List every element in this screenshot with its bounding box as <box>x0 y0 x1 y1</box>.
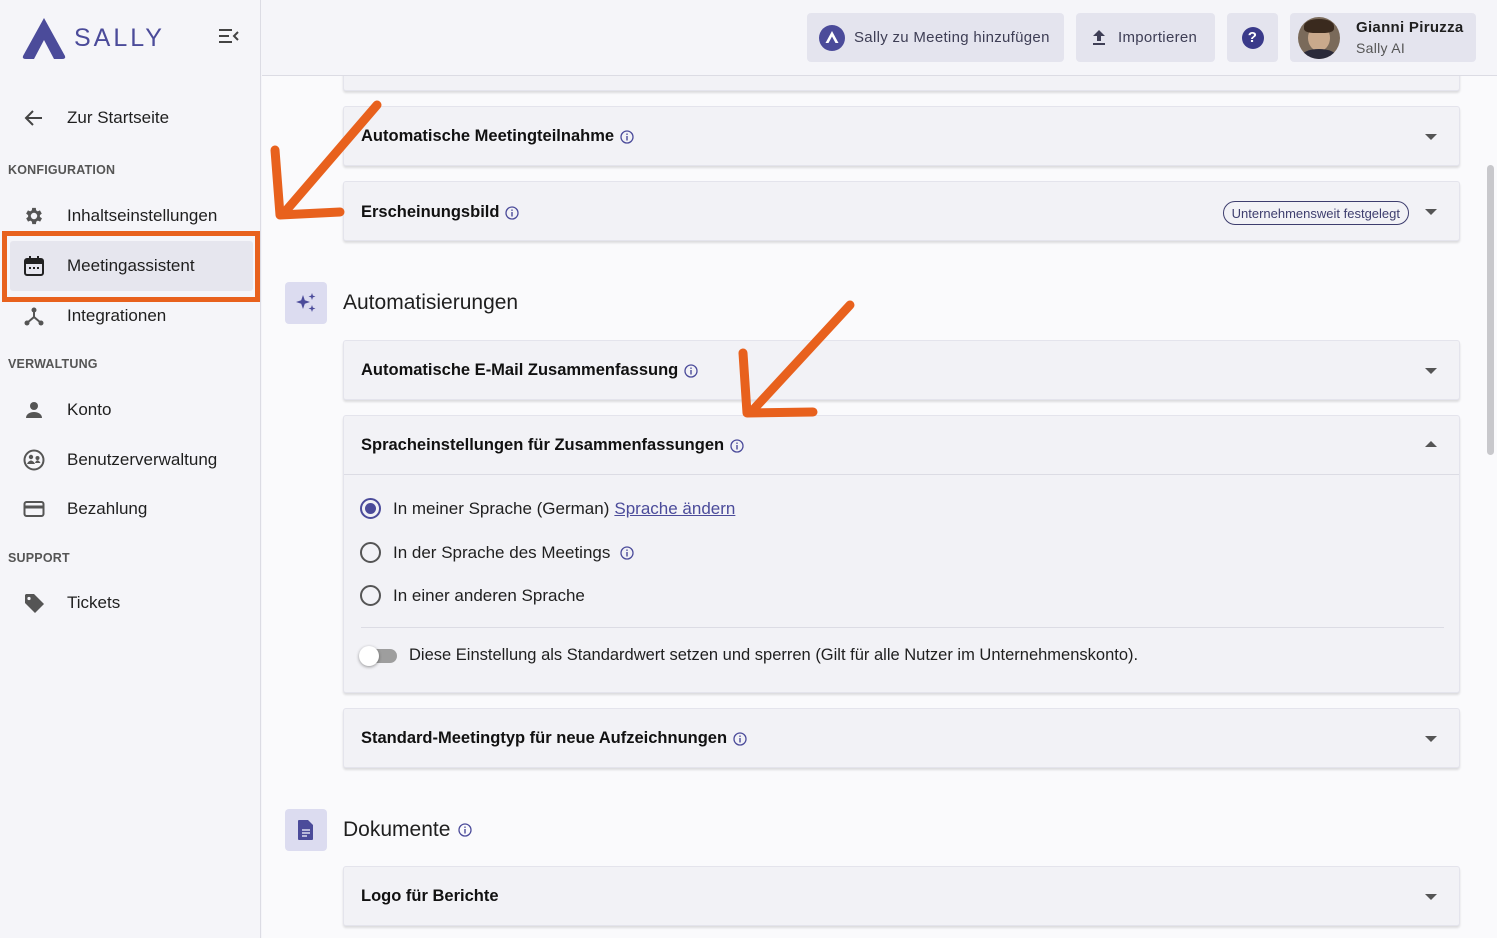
change-language-link[interactable]: Sprache ändern <box>614 499 735 519</box>
section-label-admin: VERWALTUNG <box>8 357 98 371</box>
person-icon <box>23 399 45 421</box>
calendar-icon <box>23 255 45 277</box>
avatar <box>1298 16 1340 59</box>
sidebar-item-billing[interactable]: Bezahlung <box>0 486 261 532</box>
section-label-config: KONFIGURATION <box>8 163 116 177</box>
sidebar-item-label: Tickets <box>67 593 121 612</box>
card-title: Erscheinungsbild <box>361 203 500 221</box>
sidebar-item-account[interactable]: Konto <box>0 387 261 433</box>
card-title: Automatische Meetingteilnahme <box>361 127 615 145</box>
radio-unchecked[interactable] <box>360 585 381 606</box>
sally-logo-icon <box>819 24 845 51</box>
sidebar-item-label: Konto <box>67 400 112 419</box>
user-org: Sally AI <box>1356 40 1406 56</box>
info-icon[interactable] <box>684 363 698 378</box>
card-title: Automatische E-Mail Zusammenfassung <box>361 361 679 379</box>
topbar: Sally zu Meeting hinzufügen Importieren … <box>262 0 1497 76</box>
sidebar-item-tickets[interactable]: Tickets <box>0 580 261 626</box>
chevron-down-icon[interactable] <box>1425 368 1437 374</box>
logo-text: SALLY <box>74 23 165 52</box>
back-to-home-link[interactable]: Zur Startseite <box>0 95 261 141</box>
radio-unchecked[interactable] <box>360 542 381 563</box>
chevron-down-icon[interactable] <box>1425 736 1437 742</box>
toggle-knob <box>359 646 379 666</box>
company-wide-badge: Unternehmensweit festgelegt <box>1222 201 1409 225</box>
card-title: Logo für Berichte <box>361 887 499 905</box>
card-default-meeting-type[interactable]: Standard-Meetingtyp für neue Aufzeichnun… <box>343 708 1460 768</box>
info-icon[interactable] <box>620 545 635 560</box>
credit-card-icon <box>23 498 45 520</box>
card-report-logo[interactable]: Logo für Berichte <box>343 866 1460 926</box>
option-label: In einer anderen Sprache <box>393 585 585 605</box>
section-title-text: Dokumente <box>343 818 451 841</box>
info-icon[interactable] <box>505 205 520 220</box>
sidebar-item-user-management[interactable]: Benutzerverwaltung <box>0 437 261 483</box>
chevron-up-icon[interactable] <box>1425 441 1437 447</box>
language-option-meeting-language[interactable]: In der Sprache des Meetings <box>360 542 635 563</box>
arrow-left-icon <box>23 107 45 129</box>
chevron-down-icon[interactable] <box>1425 894 1437 900</box>
collapse-menu-icon[interactable] <box>218 27 244 49</box>
language-option-other-language[interactable]: In einer anderen Sprache <box>360 585 585 606</box>
import-label: Importieren <box>1118 29 1198 46</box>
gear-icon <box>23 205 45 227</box>
divider <box>344 474 1459 475</box>
info-icon[interactable] <box>620 129 634 144</box>
info-icon[interactable] <box>458 823 473 837</box>
user-menu-button[interactable]: Gianni Piruzza Sally AI <box>1290 13 1476 62</box>
tag-icon <box>23 592 45 614</box>
sidebar: SALLY Zur Startseite KONFIGURATION Inhal… <box>0 0 261 938</box>
import-button[interactable]: Importieren <box>1076 13 1215 62</box>
sidebar-item-label: Benutzerverwaltung <box>67 450 218 469</box>
chevron-down-icon[interactable] <box>1425 209 1437 215</box>
help-button[interactable]: ? <box>1227 13 1278 62</box>
help-icon: ? <box>1241 26 1264 49</box>
sparkle-icon <box>285 282 327 324</box>
divider <box>361 627 1444 628</box>
card-appearance[interactable]: Erscheinungsbild Unternehmensweit festge… <box>343 181 1460 241</box>
sidebar-item-integrations[interactable]: Integrationen <box>0 293 261 339</box>
language-option-my-language[interactable]: In meiner Sprache (German) Sprache änder… <box>360 498 735 519</box>
info-icon[interactable] <box>730 438 744 453</box>
sidebar-item-label: Integrationen <box>67 306 167 325</box>
section-title-automations: Automatisierungen <box>343 291 519 314</box>
sidebar-item-content-settings[interactable]: Inhaltseinstellungen <box>0 193 261 239</box>
card-email-summary[interactable]: Automatische E-Mail Zusammenfassung <box>343 340 1460 400</box>
radio-checked[interactable] <box>360 498 381 519</box>
option-label: In meiner Sprache (German) <box>393 498 610 518</box>
sidebar-item-label: Inhaltseinstellungen <box>67 206 218 225</box>
user-name: Gianni Piruzza <box>1356 19 1464 36</box>
card-title: Standard-Meetingtyp für neue Aufzeichnun… <box>361 729 728 747</box>
sidebar-item-label: Meetingassistent <box>67 256 195 275</box>
add-to-meeting-label: Sally zu Meeting hinzufügen <box>854 29 1050 46</box>
option-label: In der Sprache des Meetings <box>393 542 611 562</box>
lock-toggle-label: Diese Einstellung als Standardwert setze… <box>409 646 1139 664</box>
document-icon <box>285 809 327 851</box>
chevron-down-icon[interactable] <box>1425 134 1437 140</box>
sidebar-item-label: Bezahlung <box>67 499 148 518</box>
section-title-documents: Dokumente <box>343 818 473 842</box>
sidebar-item-meeting-assistant[interactable]: Meetingassistent <box>0 243 261 289</box>
upload-icon <box>1093 29 1105 45</box>
scrollbar[interactable] <box>1487 165 1494 455</box>
card-auto-join[interactable]: Automatische Meetingteilnahme <box>343 106 1460 166</box>
sally-logo[interactable]: SALLY <box>20 16 165 60</box>
card-title: Spracheinstellungen für Zusammenfassunge… <box>361 436 725 454</box>
integrations-icon <box>23 305 45 327</box>
sally-logo-icon <box>22 18 66 59</box>
lock-default-toggle[interactable] <box>359 646 397 666</box>
users-icon <box>23 449 45 471</box>
back-label: Zur Startseite <box>67 108 170 127</box>
section-label-support: SUPPORT <box>8 551 70 565</box>
add-sally-to-meeting-button[interactable]: Sally zu Meeting hinzufügen <box>807 13 1064 62</box>
language-settings-header[interactable]: Spracheinstellungen für Zusammenfassunge… <box>361 436 744 455</box>
info-icon[interactable] <box>733 731 747 746</box>
